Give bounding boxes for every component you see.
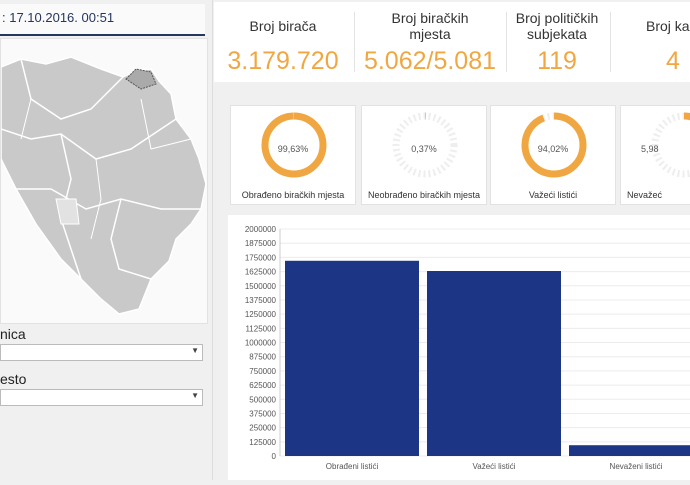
stat-label: Broj biračkih mjesta [391,10,469,42]
ballot-bar-chart: 0 125000 250000 375000 500000 625000 750000 875… [245,225,690,471]
x-tick-label: Nevaženi listići [610,462,663,471]
y-tick-label: 750000 [249,367,276,376]
stat-label: Broj političkih subjekata [515,10,599,42]
x-tick-label: Važeći listići [473,462,516,471]
stat-voters: Broj birača 3.179.720 [214,2,352,82]
y-tick-label: 2000000 [245,225,277,234]
donut-percent: 5,98 [641,144,659,154]
y-tick-label: 125000 [249,438,276,447]
donut-card-processed: 99,63% Obrađeno biračkih mjesta [230,105,356,205]
timestamp-bar: : 17.10.2016. 00:51 [0,4,205,36]
y-tick-label: 1375000 [245,296,277,305]
x-tick-label: Obrađeni listići [326,462,379,471]
donut-percent: 0,37% [411,144,437,154]
donut-label: Obrađeno biračkih mjesta [241,190,345,200]
y-tick-label: 1125000 [245,324,276,333]
stat-value: 5.062/5.081 [363,47,497,75]
stat-label: Broj ka [646,18,690,34]
donut-percent: 94,02% [537,144,569,154]
stat-polling-stations: Broj biračkih mjesta 5.062/5.081 [355,2,505,82]
left-panel: : 17.10.2016. 00:51 nica ▼ esto ▼ [0,0,213,480]
y-tick-label: 1750000 [245,253,277,262]
filter-select-2[interactable]: ▼ [0,389,203,406]
stat-political-subjects: Broj političkih subjekata 119 [507,2,607,82]
dropdown-arrow-icon: ▼ [191,391,199,400]
donut-label: Neobrađeno biračkih mjesta [367,190,481,200]
filter-select-1[interactable]: ▼ [0,344,203,361]
stat-value: 3.179.720 [227,47,339,75]
municipality-map[interactable] [1,39,207,323]
filter-label-1: nica [0,326,26,342]
bar-0 [285,260,419,456]
y-tick-label: 0 [272,452,277,461]
y-tick-label: 1500000 [245,282,277,291]
bar-2 [569,445,690,456]
stat-candidates: Broj ka 4 [646,2,690,82]
y-tick-label: 250000 [249,424,276,433]
ballot-bar-chart-container: 0 125000 250000 375000 500000 625000 750000 875… [228,215,690,480]
bar-1 [427,270,561,456]
donut-label: Nevažeć [627,190,663,200]
y-tick-label: 625000 [249,381,276,390]
stats-panel: Broj birača 3.179.720 Broj biračkih mjes… [214,2,690,82]
donut-card-unprocessed: 0,37% Neobrađeno biračkih mjesta [361,105,487,205]
donut-card-invalid: 5,98 Nevažeć [620,105,690,205]
dropdown-arrow-icon: ▼ [191,346,199,355]
donut-percent: 99,63% [277,144,309,154]
bih-map[interactable] [0,38,208,324]
y-tick-label: 500000 [249,395,276,404]
filter-label-2: esto [0,371,27,387]
y-tick-label: 375000 [249,409,276,418]
y-tick-label: 1000000 [245,339,277,348]
stat-label: Broj birača [249,18,317,34]
y-tick-label: 1875000 [245,239,277,248]
y-tick-label: 1250000 [245,310,277,319]
stat-value: 119 [537,47,577,75]
y-tick-label: 875000 [249,353,276,362]
donut-card-valid: 94,02% Važeći listići [490,105,616,205]
donut-label: Važeći listići [528,190,578,200]
timestamp-text: : 17.10.2016. 00:51 [2,10,115,25]
y-tick-label: 1625000 [245,268,277,277]
stat-value: 4 [666,47,680,75]
